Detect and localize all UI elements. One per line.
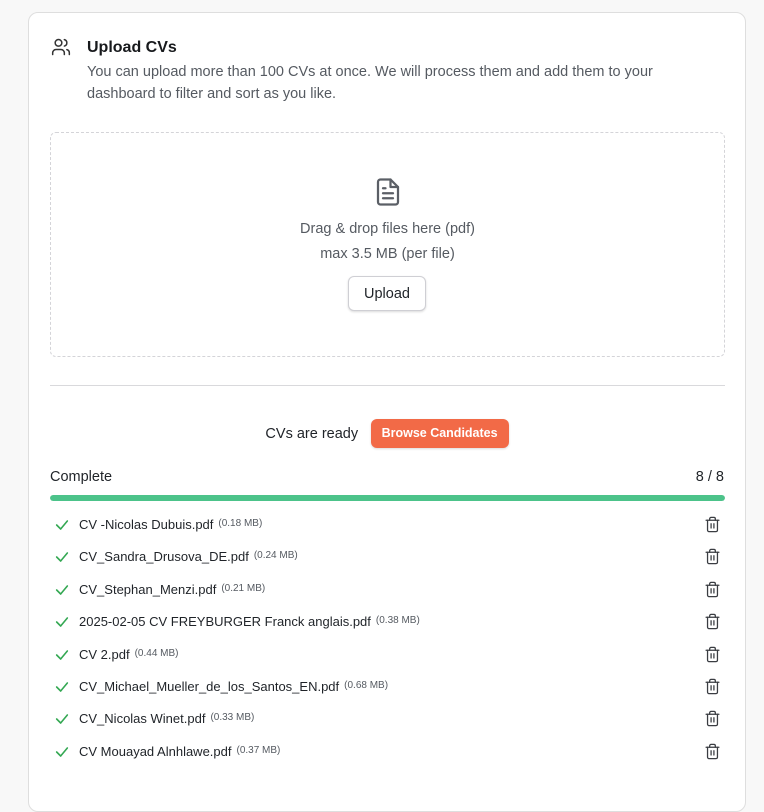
file-row: CV Mouayad Alnhlawe.pdf (0.37 MB) <box>50 736 725 768</box>
file-name: CV_Michael_Mueller_de_los_Santos_EN.pdf (… <box>79 679 388 694</box>
divider <box>50 385 725 386</box>
progress-count: 8 / 8 <box>695 469 724 485</box>
check-icon <box>54 549 70 565</box>
file-row: CV_Stephan_Menzi.pdf (0.21 MB) <box>50 574 725 606</box>
users-icon <box>51 37 71 57</box>
browse-candidates-button[interactable]: Browse Candidates <box>370 419 509 448</box>
file-name-text: CV_Stephan_Menzi.pdf <box>79 581 217 597</box>
check-icon <box>54 614 70 630</box>
file-name: 2025-02-05 CV FREYBURGER Franck anglais.… <box>79 614 420 629</box>
file-dropzone[interactable]: Drag & drop files here (pdf) max 3.5 MB … <box>50 132 725 357</box>
file-name-text: CV_Nicolas Winet.pdf <box>79 711 206 727</box>
file-size: (0.38 MB) <box>375 615 420 627</box>
trash-icon[interactable] <box>704 581 721 598</box>
trash-icon[interactable] <box>704 646 721 663</box>
document-icon <box>373 177 403 207</box>
trash-icon[interactable] <box>704 710 721 727</box>
file-size: (0.18 MB) <box>218 518 263 529</box>
file-name: CV 2.pdf (0.44 MB) <box>79 647 179 662</box>
trash-icon[interactable] <box>704 613 721 630</box>
file-size: (0.44 MB) <box>134 647 179 659</box>
check-icon <box>54 582 70 598</box>
file-name-text: CV Mouayad Alnhlawe.pdf <box>79 743 232 759</box>
file-row: 2025-02-05 CV FREYBURGER Franck anglais.… <box>50 606 725 638</box>
trash-icon[interactable] <box>704 743 721 760</box>
file-name: CV_Nicolas Winet.pdf (0.33 MB) <box>79 711 254 726</box>
progress-fill <box>50 495 725 501</box>
upload-card: Upload CVs You can upload more than 100 … <box>28 12 746 812</box>
file-size: (0.37 MB) <box>236 744 281 756</box>
upload-description: You can upload more than 100 CVs at once… <box>87 64 653 102</box>
page-title: Upload CVs <box>87 39 177 56</box>
trash-icon[interactable] <box>704 548 721 565</box>
check-icon <box>54 517 70 533</box>
file-name-text: CV_Michael_Mueller_de_los_Santos_EN.pdf <box>79 678 340 694</box>
file-row: CV 2.pdf (0.44 MB) <box>50 639 725 671</box>
upload-button[interactable]: Upload <box>348 276 426 311</box>
check-icon <box>54 711 70 727</box>
progress-label: Complete <box>50 469 113 485</box>
check-icon <box>54 647 70 663</box>
file-row: CV_Sandra_Drusova_DE.pdf (0.24 MB) <box>50 541 725 573</box>
trash-icon[interactable] <box>704 678 721 695</box>
file-row: CV_Nicolas Winet.pdf (0.33 MB) <box>50 703 725 735</box>
trash-icon[interactable] <box>704 516 721 533</box>
file-list: CV -Nicolas Dubuis.pdf (0.18 MB) CV_Sandra… <box>50 509 725 768</box>
ready-text: CVs are ready <box>265 425 359 442</box>
progress-bar <box>50 495 725 501</box>
file-name-text: CV_Sandra_Drusova_DE.pdf <box>79 549 249 565</box>
check-icon <box>54 679 70 695</box>
dropzone-size-limit: max 3.5 MB (per file) <box>320 246 455 262</box>
file-name: CV -Nicolas Dubuis.pdf (0.18 MB) <box>79 517 262 532</box>
file-name: CV Mouayad Alnhlawe.pdf (0.37 MB) <box>79 744 280 759</box>
file-row: CV -Nicolas Dubuis.pdf (0.18 MB) <box>50 509 725 541</box>
file-name: CV_Stephan_Menzi.pdf (0.21 MB) <box>79 582 265 597</box>
file-size: (0.33 MB) <box>210 712 255 724</box>
file-size: (0.21 MB) <box>221 582 266 594</box>
file-size: (0.68 MB) <box>344 679 389 691</box>
file-size: (0.24 MB) <box>253 550 298 562</box>
check-icon <box>54 744 70 760</box>
dropzone-instruction: Drag & drop files here (pdf) <box>300 221 475 237</box>
file-row: CV_Michael_Mueller_de_los_Santos_EN.pdf (… <box>50 671 725 703</box>
ready-row: CVs are ready Browse Candidates <box>29 419 745 449</box>
file-name-text: 2025-02-05 CV FREYBURGER Franck anglais.… <box>79 614 371 630</box>
file-name-text: CV -Nicolas Dubuis.pdf <box>79 517 214 532</box>
file-name-text: CV 2.pdf <box>79 646 130 662</box>
file-name: CV_Sandra_Drusova_DE.pdf (0.24 MB) <box>79 549 298 564</box>
